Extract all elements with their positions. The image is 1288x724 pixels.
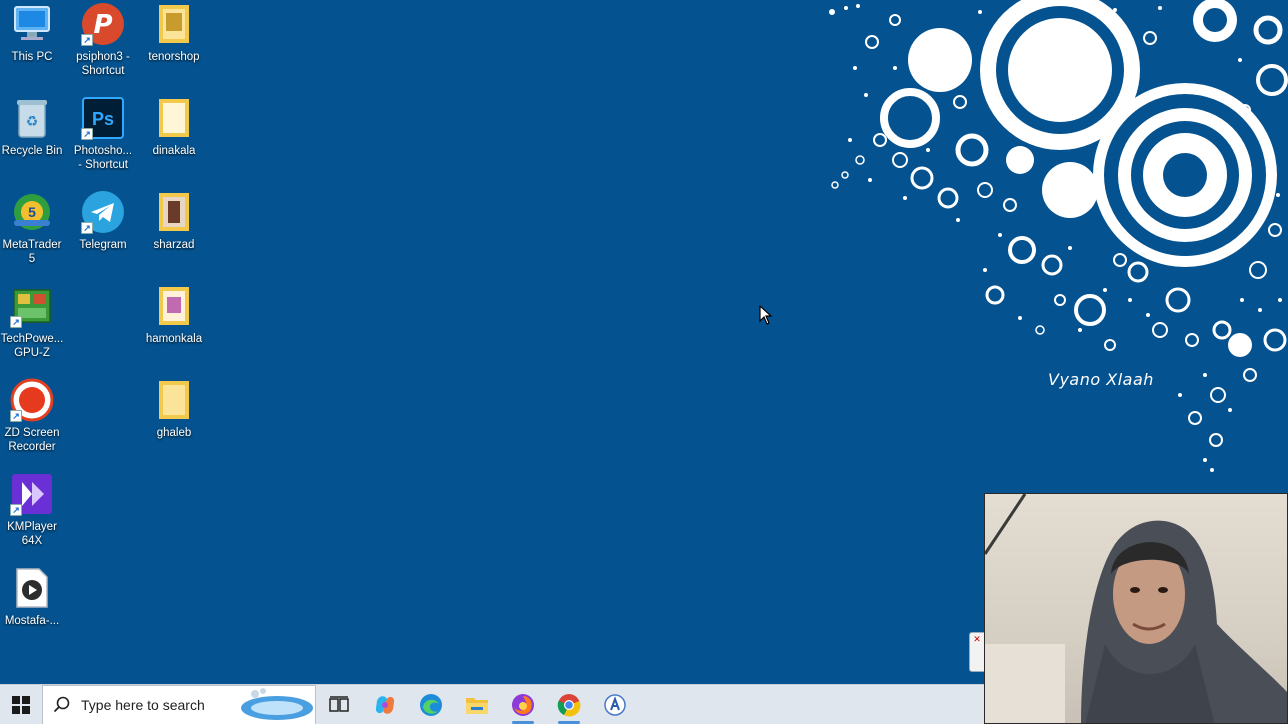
shortcut-arrow-icon: ↗: [10, 504, 22, 516]
gpuz-icon: ↗: [10, 284, 54, 328]
taskbar-copilot[interactable]: [362, 685, 408, 724]
taskbar-edge[interactable]: [408, 685, 454, 724]
desktop-icon-label: This PC: [11, 51, 53, 63]
mouse-cursor-icon: [759, 305, 773, 325]
svg-text:♻: ♻: [26, 114, 39, 130]
desktop-icon-hamonkala[interactable]: hamonkala: [140, 284, 208, 346]
taskbar-file-explorer[interactable]: [454, 685, 500, 724]
desktop-icon-label: hamonkala: [145, 333, 203, 345]
search-placeholder: Type here to search: [81, 696, 205, 713]
close-icon[interactable]: ✕: [973, 634, 981, 644]
desktop-icon-label: sharzad: [153, 239, 195, 251]
photoshop-icon: Ps ↗: [81, 96, 125, 140]
desktop-icon-label: Mostafa-...: [4, 615, 60, 627]
chrome-icon: [557, 693, 581, 716]
desktop-icon-label: Photosho... - Shortcut: [73, 145, 133, 171]
app-icon: [604, 693, 626, 716]
shortcut-arrow-icon: ↗: [10, 410, 22, 422]
windows-logo-icon: [12, 695, 30, 714]
copilot-icon: [375, 695, 395, 714]
shortcut-arrow-icon: ↗: [81, 128, 93, 140]
desktop-icon-label: tenorshop: [148, 51, 200, 63]
desktop-icon-label: dinakala: [152, 145, 196, 157]
computer-icon: [10, 2, 54, 46]
taskbar-firefox[interactable]: [500, 685, 546, 724]
desktop-icon-tenorshop[interactable]: tenorshop: [140, 2, 208, 64]
search-icon: [53, 696, 70, 712]
shortcut-arrow-icon: ↗: [10, 316, 22, 328]
svg-text:Ps: Ps: [92, 109, 114, 129]
desktop-icon-label: ghaleb: [156, 427, 192, 439]
svg-text:5: 5: [28, 204, 36, 220]
desktop-icon-this-pc[interactable]: This PC: [0, 2, 66, 64]
side-notification-tab[interactable]: ✕: [969, 632, 985, 672]
record-icon: ↗: [10, 378, 54, 422]
desktop-icon-label: TechPowe... GPU-Z: [0, 333, 64, 359]
desktop-icon-sharzad[interactable]: sharzad: [140, 190, 208, 252]
kmplayer-icon: ↗: [10, 472, 54, 516]
task-view-icon: [329, 695, 349, 712]
desktop-icon-label: psiphon3 - Shortcut: [76, 51, 130, 77]
desktop-icon-mostafa-video[interactable]: Mostafa-...: [0, 566, 66, 628]
folder-icon: [152, 378, 196, 422]
shortcut-arrow-icon: ↗: [81, 222, 93, 234]
desktop-icon-label: Recycle Bin: [1, 145, 63, 157]
folder-icon: [152, 284, 196, 328]
desktop-icon-label: Telegram: [79, 239, 127, 251]
wallpaper-brand-text: Vyano Xlaah: [1048, 370, 1154, 389]
desktop-icon-photoshop[interactable]: Ps ↗ Photosho... - Shortcut: [69, 96, 137, 172]
desktop-icon-kmplayer[interactable]: ↗ KMPlayer 64X: [0, 472, 66, 548]
webcam-overlay: [984, 493, 1288, 724]
folder-icon: [152, 2, 196, 46]
desktop-icon-recycle-bin[interactable]: ♻ Recycle Bin: [0, 96, 66, 158]
taskbar-chrome[interactable]: [546, 685, 592, 724]
desktop-icon-telegram[interactable]: ↗ Telegram: [69, 190, 137, 252]
psiphon-icon: P ↗: [81, 2, 125, 46]
search-highlight-art: [241, 687, 313, 720]
desktop-icon-dinakala[interactable]: dinakala: [140, 96, 208, 158]
recycle-bin-icon: ♻: [10, 96, 54, 140]
start-button[interactable]: [0, 685, 42, 724]
video-file-icon: [10, 566, 54, 610]
desktop-icon-metatrader[interactable]: 5 MetaTrader 5: [0, 190, 66, 266]
file-explorer-icon: [466, 697, 488, 714]
webcam-person-image: [985, 494, 1287, 723]
desktop-icon-ghaleb[interactable]: ghaleb: [140, 378, 208, 440]
desktop-icon-label: ZD Screen Recorder: [4, 427, 60, 453]
desktop-icon-psiphon[interactable]: P ↗ psiphon3 - Shortcut: [69, 2, 137, 78]
folder-icon: [152, 96, 196, 140]
desktop-icon-label: KMPlayer 64X: [7, 521, 57, 547]
taskbar-search-box[interactable]: Type here to search: [42, 684, 316, 724]
desktop-icon-gpuz[interactable]: ↗ TechPowe... GPU-Z: [0, 284, 66, 360]
telegram-icon: ↗: [81, 190, 125, 234]
desktop-icon-zd-screen-recorder[interactable]: ↗ ZD Screen Recorder: [0, 378, 66, 454]
taskbar-app[interactable]: [592, 685, 638, 724]
folder-icon: [152, 190, 196, 234]
metatrader-icon: 5: [10, 190, 54, 234]
desktop-icon-label: MetaTrader 5: [2, 239, 62, 265]
taskbar-task-view[interactable]: [316, 685, 362, 724]
firefox-icon: [512, 693, 534, 716]
taskbar: Type here to search: [0, 684, 984, 724]
svg-text:P: P: [93, 10, 112, 40]
shortcut-arrow-icon: ↗: [81, 34, 93, 46]
edge-icon: [420, 693, 442, 716]
